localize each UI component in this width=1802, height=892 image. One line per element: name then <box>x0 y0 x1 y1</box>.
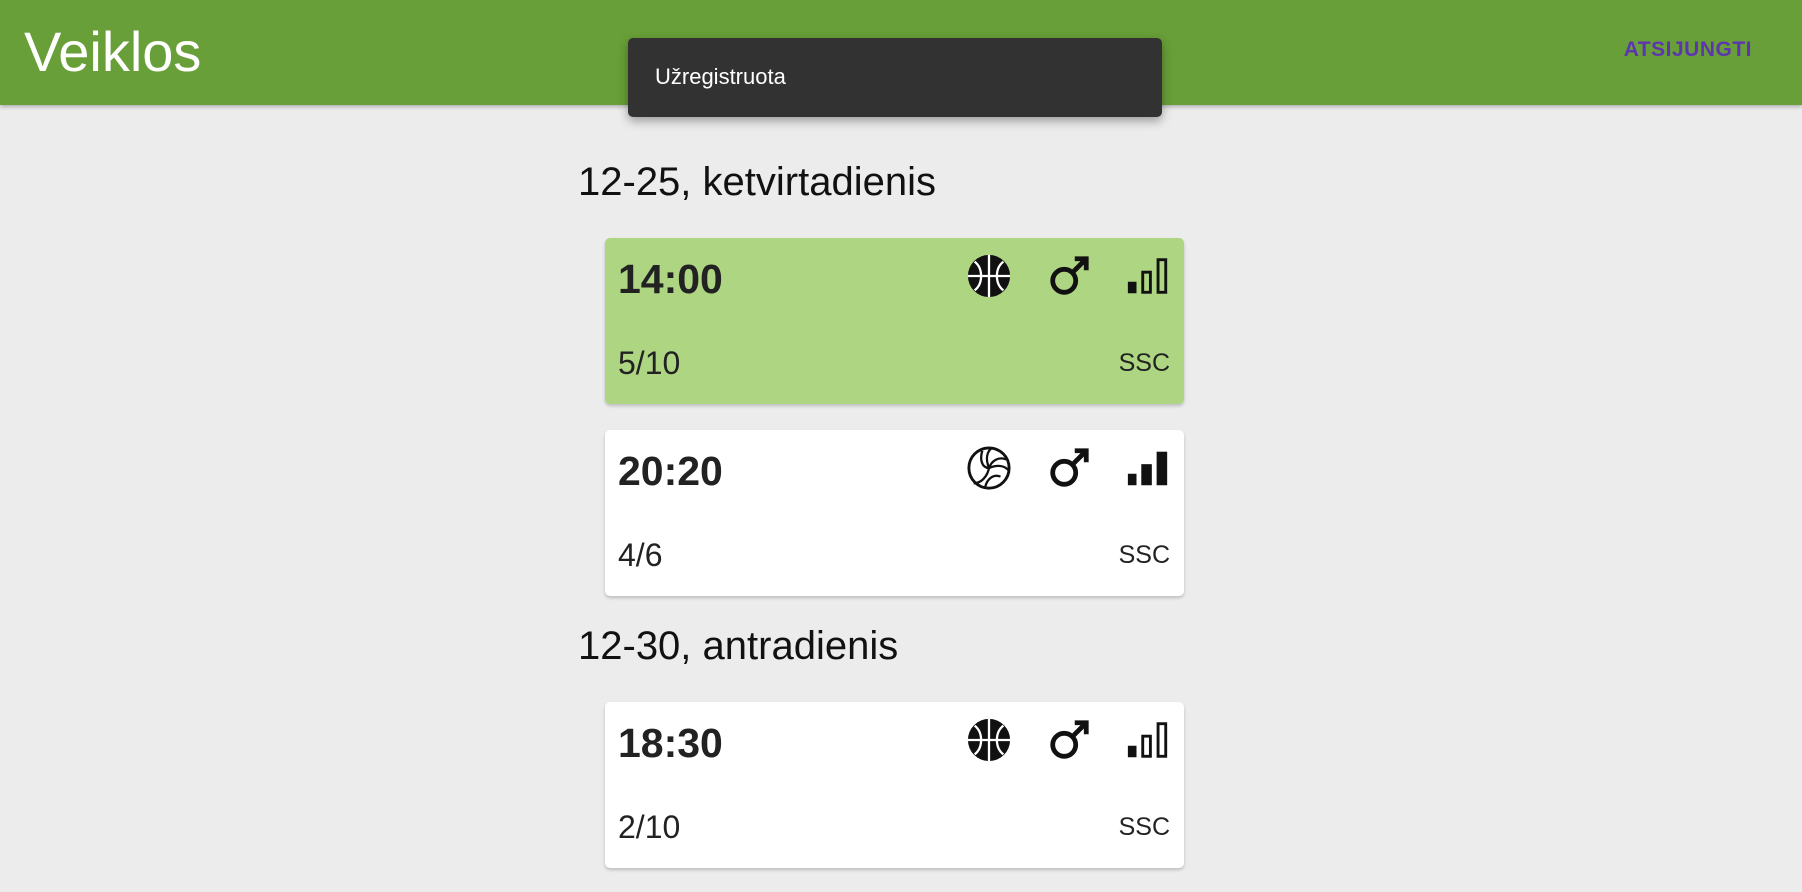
activity-location: SSC <box>1118 813 1170 841</box>
activity-participants: 2/10 <box>618 809 681 845</box>
basketball-icon <box>966 717 1012 763</box>
activity-participants: 4/6 <box>618 537 663 573</box>
male-icon <box>1046 717 1092 763</box>
snackbar: Užregistruota <box>628 38 1162 117</box>
basketball-icon <box>966 253 1012 299</box>
logout-button[interactable]: ATSIJUNGTI <box>1624 38 1752 62</box>
activity-card[interactable]: 18:30 2/10 SSC <box>605 702 1184 868</box>
volleyball-icon <box>966 445 1012 491</box>
signal-level-full-icon <box>1125 445 1171 491</box>
day-heading: 12-25, ketvirtadienis <box>578 160 936 204</box>
day-heading: 12-30, antradienis <box>578 624 899 668</box>
activity-location: SSC <box>1118 541 1170 569</box>
activity-time: 20:20 <box>618 448 723 494</box>
snackbar-message: Užregistruota <box>655 64 786 89</box>
male-icon <box>1046 253 1092 299</box>
signal-level-low-icon <box>1125 253 1171 299</box>
app-title: Veiklos <box>24 20 202 83</box>
activity-card[interactable]: 14:00 5/10 SSC <box>605 238 1184 404</box>
activity-card[interactable]: 20:20 4/6 SSC <box>605 430 1184 596</box>
activity-location: SSC <box>1118 349 1170 377</box>
activity-time: 14:00 <box>618 256 723 302</box>
signal-level-low-icon <box>1125 717 1171 763</box>
activity-time: 18:30 <box>618 720 723 766</box>
activity-participants: 5/10 <box>618 345 681 381</box>
male-icon <box>1046 445 1092 491</box>
